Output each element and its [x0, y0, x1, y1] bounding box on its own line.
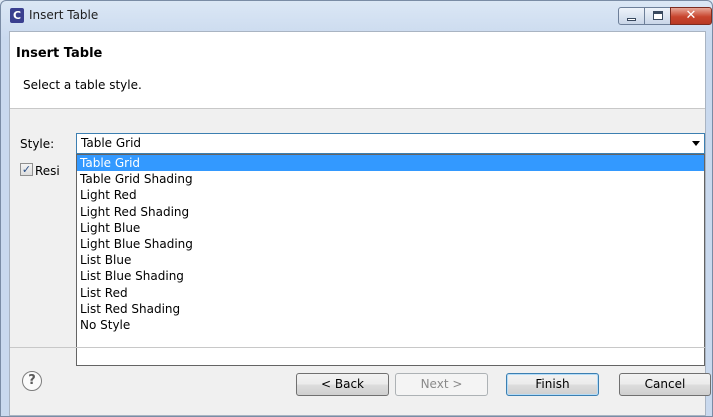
- window-title: Insert Table: [29, 8, 99, 22]
- style-select-value: Table Grid: [81, 136, 142, 150]
- dropdown-option[interactable]: List Blue Shading: [77, 268, 704, 284]
- chevron-down-icon[interactable]: [692, 141, 700, 146]
- style-label: Style:: [20, 137, 55, 151]
- style-dropdown-list[interactable]: Table Grid Table Grid Shading Light Red …: [76, 154, 705, 366]
- minimize-button[interactable]: [618, 7, 645, 25]
- dropdown-option[interactable]: Light Red Shading: [77, 204, 704, 220]
- dropdown-option[interactable]: Light Blue Shading: [77, 236, 704, 252]
- dropdown-option[interactable]: List Red Shading: [77, 301, 704, 317]
- dropdown-option[interactable]: No Style: [77, 317, 704, 333]
- maximize-icon: [653, 11, 663, 20]
- dialog-body: Insert Table Select a table style. Style…: [9, 31, 711, 416]
- help-icon[interactable]: ?: [22, 371, 42, 391]
- back-button[interactable]: < Back: [296, 373, 389, 396]
- dropdown-option[interactable]: Table Grid: [77, 155, 704, 172]
- resize-checkbox[interactable]: ✓: [20, 163, 33, 176]
- dropdown-option[interactable]: Table Grid Shading: [77, 171, 704, 187]
- footer-divider: [10, 347, 705, 348]
- finish-button[interactable]: Finish: [506, 373, 599, 396]
- minimize-icon: [627, 18, 636, 21]
- dropdown-option[interactable]: List Red: [77, 285, 704, 301]
- dropdown-option[interactable]: Light Blue: [77, 220, 704, 236]
- close-icon: ✕: [685, 8, 697, 23]
- page-title: Insert Table: [16, 46, 103, 61]
- close-button[interactable]: ✕: [670, 7, 712, 25]
- insert-table-window: C Insert Table ✕ Insert Table Select a t…: [0, 0, 713, 417]
- style-select[interactable]: Table Grid: [76, 133, 705, 154]
- app-logo-icon: C: [10, 8, 24, 23]
- maximize-button[interactable]: [644, 7, 671, 25]
- wizard-header: Insert Table Select a table style.: [10, 32, 705, 109]
- title-bar[interactable]: C Insert Table ✕: [1, 1, 712, 31]
- page-description: Select a table style.: [23, 78, 142, 92]
- next-button: Next >: [395, 373, 488, 396]
- dropdown-option[interactable]: Light Red: [77, 187, 704, 203]
- dropdown-option[interactable]: List Blue: [77, 252, 704, 268]
- resize-checkbox-label: Resi: [35, 164, 60, 178]
- cancel-button[interactable]: Cancel: [619, 373, 711, 396]
